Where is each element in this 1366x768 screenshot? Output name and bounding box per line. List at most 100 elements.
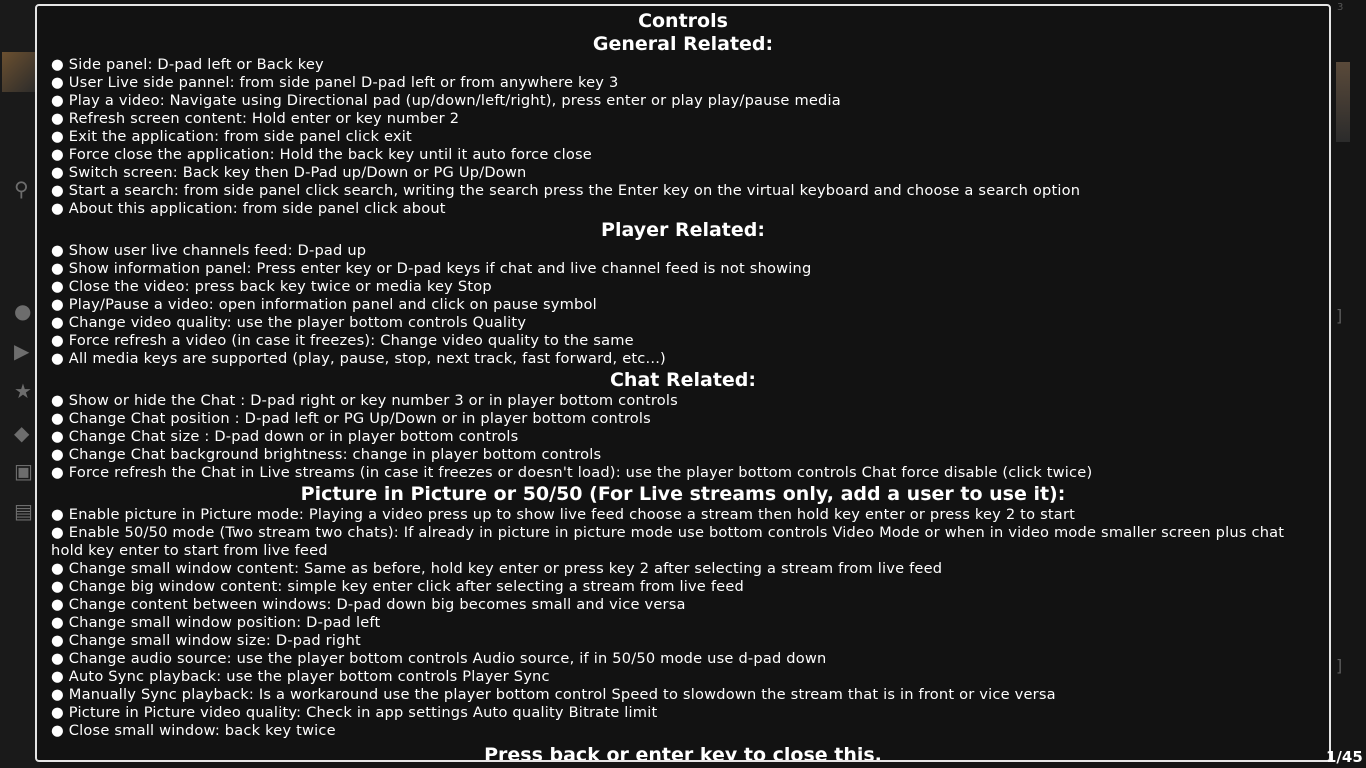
bullet-icon: ● — [51, 392, 64, 409]
item-text: Force refresh the Chat in Live streams (… — [68, 464, 1093, 481]
section-list: ● Show or hide the Chat : D-pad right or… — [51, 392, 1315, 482]
item-text: Enable picture in Picture mode: Playing … — [68, 506, 1076, 523]
corner-number: 3 — [1337, 2, 1344, 13]
gamepad-icon: ◆ — [14, 421, 30, 445]
item-text: Change audio source: use the player bott… — [68, 650, 827, 667]
list-item: ● Force close the application: Hold the … — [51, 146, 1315, 164]
item-text: Enable 50/50 mode (Two stream two chats)… — [51, 524, 1285, 559]
list-item: ● Change Chat position : D-pad left or P… — [51, 410, 1315, 428]
list-item: ● Play/Pause a video: open information p… — [51, 296, 1315, 314]
bullet-icon: ● — [51, 722, 64, 739]
video-icon: ▣ — [14, 459, 33, 483]
list-item: ● Change audio source: use the player bo… — [51, 650, 1315, 668]
list-item: ● All media keys are supported (play, pa… — [51, 350, 1315, 368]
list-item: ● Exit the application: from side panel … — [51, 128, 1315, 146]
list-item: ● User Live side pannel: from side panel… — [51, 74, 1315, 92]
section-list: ● Enable picture in Picture mode: Playin… — [51, 506, 1315, 740]
bullet-icon: ● — [51, 92, 64, 109]
bullet-icon: ● — [51, 614, 64, 631]
list-item: ● Side panel: D-pad left or Back key — [51, 56, 1315, 74]
item-text: Change Chat size : D-pad down or in play… — [68, 428, 519, 445]
item-text: Show user live channels feed: D-pad up — [68, 242, 367, 259]
list-item: ● About this application: from side pane… — [51, 200, 1315, 218]
play-icon: ▶ — [14, 339, 30, 363]
film-icon: ▤ — [14, 499, 33, 523]
item-text: Show information panel: Press enter key … — [68, 260, 812, 277]
item-text: Force refresh a video (in case it freeze… — [68, 332, 634, 349]
list-item: ● Auto Sync playback: use the player bot… — [51, 668, 1315, 686]
controls-dialog: Controls General Related: ● Side panel: D… — [35, 4, 1331, 762]
item-text: Start a search: from side panel click se… — [68, 182, 1081, 199]
item-text: Force close the application: Hold the ba… — [68, 146, 592, 163]
bullet-icon: ● — [51, 650, 64, 667]
dialog-title: Controls — [638, 10, 728, 32]
search-icon: ⚲ — [14, 177, 29, 201]
section-list: ● Side panel: D-pad left or Back key ● Us… — [51, 56, 1315, 218]
list-item: ● Enable 50/50 mode (Two stream two chat… — [51, 524, 1315, 560]
item-text: Exit the application: from side panel cl… — [68, 128, 412, 145]
bullet-icon: ● — [51, 128, 64, 145]
section-heading: Player Related: — [601, 219, 765, 241]
star-icon: ★ — [14, 379, 32, 403]
list-item: ● Change big window content: simple key … — [51, 578, 1315, 596]
bullet-icon: ● — [51, 632, 64, 649]
item-text: Change content between windows: D-pad do… — [68, 596, 686, 613]
bullet-icon: ● — [51, 332, 64, 349]
item-text: Change small window size: D-pad right — [68, 632, 361, 649]
item-text: About this application: from side panel … — [68, 200, 446, 217]
channel-thumbnail — [2, 52, 38, 92]
list-item: ● Enable picture in Picture mode: Playin… — [51, 506, 1315, 524]
list-item: ● Manually Sync playback: Is a workaroun… — [51, 686, 1315, 704]
item-text: Play a video: Navigate using Directional… — [68, 92, 841, 109]
list-item: ● Refresh screen content: Hold enter or … — [51, 110, 1315, 128]
bullet-icon: ● — [51, 242, 64, 259]
item-text: User Live side pannel: from side panel D… — [68, 74, 619, 91]
list-item: ● Force refresh the Chat in Live streams… — [51, 464, 1315, 482]
bullet-icon: ● — [51, 110, 64, 127]
bullet-icon: ● — [51, 506, 64, 523]
bullet-icon: ● — [51, 596, 64, 613]
list-item: ● Show information panel: Press enter ke… — [51, 260, 1315, 278]
item-text: Change small window position: D-pad left — [68, 614, 381, 631]
page-counter: 1/45 — [1326, 748, 1363, 766]
item-text: Change big window content: simple key en… — [68, 578, 744, 595]
bullet-icon: ● — [51, 182, 64, 199]
list-item: ● Change Chat size : D-pad down or in pl… — [51, 428, 1315, 446]
item-text: Manually Sync playback: Is a workaround … — [68, 686, 1056, 703]
list-item: ● Play a video: Navigate using Direction… — [51, 92, 1315, 110]
list-item: ● Change small window size: D-pad right — [51, 632, 1315, 650]
list-item: ● Show or hide the Chat : D-pad right or… — [51, 392, 1315, 410]
list-item: ● Change video quality: use the player b… — [51, 314, 1315, 332]
item-text: Change video quality: use the player bot… — [68, 314, 527, 331]
dialog-sections: General Related: ● Side panel: D-pad left… — [51, 32, 1315, 740]
bullet-icon: ● — [51, 464, 64, 481]
list-item: ● Start a search: from side panel click … — [51, 182, 1315, 200]
item-text: Auto Sync playback: use the player botto… — [68, 668, 550, 685]
bullet-icon: ● — [51, 164, 64, 181]
bullet-icon: ● — [51, 56, 64, 73]
bullet-icon: ● — [51, 686, 64, 703]
bullet-icon: ● — [51, 524, 64, 541]
section-heading: General Related: — [592, 33, 774, 55]
bullet-icon: ● — [51, 446, 64, 463]
bracket-glyph: ] — [1336, 306, 1343, 325]
list-item: ● Close the video: press back key twice … — [51, 278, 1315, 296]
list-item: ● Show user live channels feed: D-pad up — [51, 242, 1315, 260]
list-item: ● Picture in Picture video quality: Chec… — [51, 704, 1315, 722]
bullet-icon: ● — [51, 704, 64, 721]
bullet-icon: ● — [51, 146, 64, 163]
bullet-icon: ● — [51, 410, 64, 427]
item-text: All media keys are supported (play, paus… — [68, 350, 666, 367]
list-item: ● Change small window position: D-pad le… — [51, 614, 1315, 632]
bullet-icon: ● — [51, 260, 64, 277]
bullet-icon: ● — [51, 278, 64, 295]
item-text: Picture in Picture video quality: Check … — [68, 704, 658, 721]
item-text: Change Chat position : D-pad left or PG … — [68, 410, 651, 427]
bullet-icon: ● — [51, 314, 64, 331]
item-text: Show or hide the Chat : D-pad right or k… — [68, 392, 678, 409]
item-text: Refresh screen content: Hold enter or ke… — [68, 110, 460, 127]
item-text: Switch screen: Back key then D-Pad up/Do… — [68, 164, 527, 181]
bullet-icon: ● — [51, 428, 64, 445]
close-hint: Press back or enter key to close this. — [484, 744, 882, 762]
item-text: Side panel: D-pad left or Back key — [68, 56, 324, 73]
